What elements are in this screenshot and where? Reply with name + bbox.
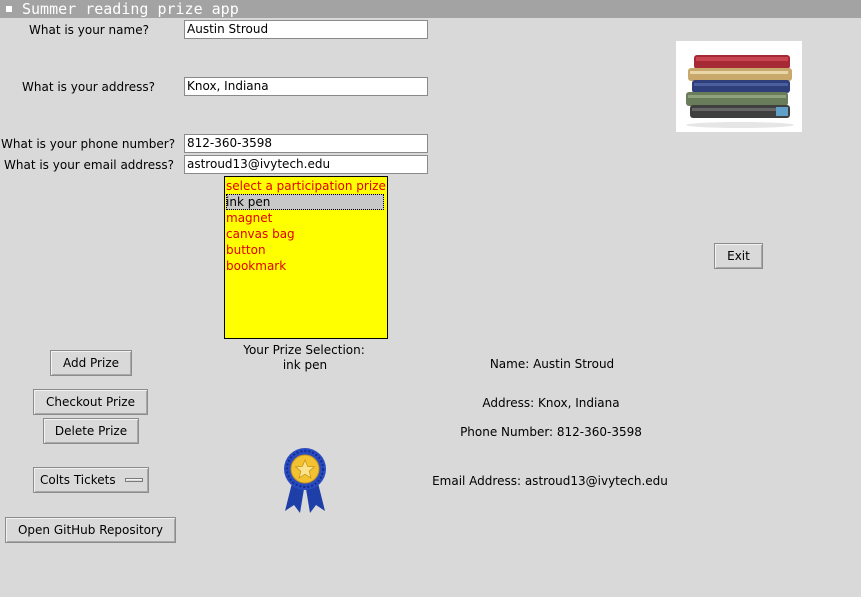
list-item[interactable]: bookmark (226, 258, 384, 274)
open-github-button[interactable]: Open GitHub Repository (5, 517, 176, 543)
list-item[interactable]: button (226, 242, 384, 258)
summary-phone: Phone Number: 812-360-3598 (460, 425, 642, 439)
window-menu-icon[interactable] (6, 6, 12, 12)
delete-prize-button[interactable]: Delete Prize (43, 418, 139, 444)
name-field[interactable]: Austin Stroud (184, 20, 428, 39)
dropdown-indicator-icon (125, 478, 143, 482)
phone-field[interactable]: 812-360-3598 (184, 134, 428, 153)
window-title: Summer reading prize app (22, 0, 239, 18)
address-field[interactable]: Knox, Indiana (184, 77, 428, 96)
award-ribbon-icon (284, 448, 326, 513)
address-label: What is your address? (22, 80, 156, 94)
email-label: What is your email address? (4, 158, 174, 172)
list-item[interactable]: canvas bag (226, 226, 384, 242)
exit-button[interactable]: Exit (714, 243, 763, 269)
window-titlebar[interactable]: Summer reading prize app (0, 0, 861, 18)
prize-selection-value: ink pen (282, 358, 328, 372)
summary-name: Name: Austin Stroud (489, 357, 615, 371)
list-item-selected[interactable]: ink pen (226, 194, 384, 210)
list-item[interactable]: magnet (226, 210, 384, 226)
prize-selection-label: Your Prize Selection: (243, 343, 365, 357)
name-label: What is your name? (29, 23, 149, 37)
phone-label: What is your phone number? (1, 137, 176, 151)
prize-dropdown[interactable]: Colts Tickets (33, 467, 149, 493)
email-field[interactable]: astroud13@ivytech.edu (184, 155, 428, 174)
dropdown-selected-label: Colts Tickets (40, 473, 116, 487)
books-illustration (686, 55, 794, 128)
summary-address: Address: Knox, Indiana (482, 396, 620, 410)
list-item[interactable]: select a participation prize (226, 178, 386, 194)
summary-email: Email Address: astroud13@ivytech.edu (432, 474, 668, 488)
add-prize-button[interactable]: Add Prize (50, 350, 132, 376)
books-stack-image (676, 41, 802, 132)
prize-listbox[interactable]: select a participation prize ink pen mag… (224, 176, 388, 339)
award-ribbon-image (283, 447, 327, 515)
checkout-prize-button[interactable]: Checkout Prize (33, 389, 148, 415)
